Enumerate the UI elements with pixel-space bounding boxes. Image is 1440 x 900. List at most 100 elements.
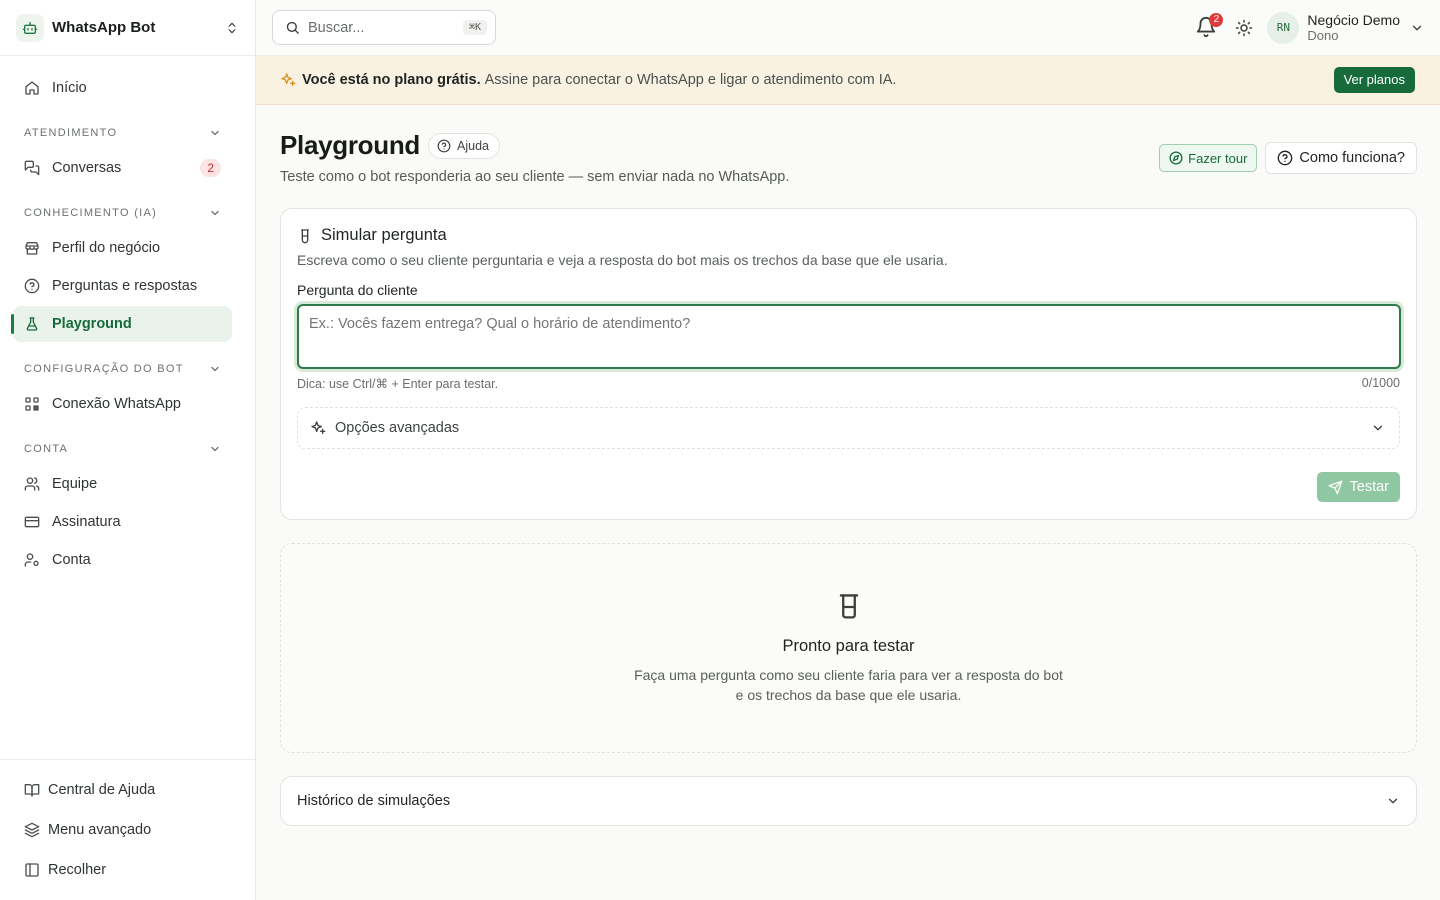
page-header: Playground Ajuda Teste como o bot respon…: [280, 105, 1417, 208]
sidebar-item-label: Playground: [52, 316, 132, 332]
section-atendimento[interactable]: ATENDIMENTO: [24, 118, 221, 148]
sidebar-item-perguntas-respostas[interactable]: Perguntas e respostas: [13, 268, 232, 304]
sidebar-item-label: Assinatura: [52, 514, 121, 530]
help-chip[interactable]: Ajuda: [428, 132, 500, 159]
search-shortcut: ⌘K: [462, 20, 487, 35]
shortcut-hint: Dica: use Ctrl/⌘ + Enter para testar.: [297, 377, 499, 391]
chevron-down-icon[interactable]: [1410, 21, 1424, 35]
question-field-label: Pergunta do cliente: [297, 282, 418, 298]
sidebar-item-perfil-negocio[interactable]: Perfil do negócio: [13, 230, 232, 266]
user-menu[interactable]: Negócio Demo Dono: [1307, 12, 1400, 44]
empty-state-title: Pronto para testar: [782, 637, 915, 655]
banner-title: Você está no plano grátis.: [302, 72, 481, 88]
section-title: CONTA: [24, 443, 69, 455]
help-circle-icon: [1277, 150, 1293, 166]
user-key-icon: [24, 552, 40, 568]
unread-badge: 2: [200, 159, 221, 177]
send-icon: [1328, 480, 1343, 495]
sidebar-item-equipe[interactable]: Equipe: [13, 466, 232, 502]
panel-left-icon: [24, 862, 40, 878]
empty-state-line-1: Faça uma pergunta como seu cliente faria…: [634, 667, 1063, 683]
user-role: Dono: [1307, 27, 1339, 43]
home-icon: [24, 80, 40, 96]
page-title: Playground: [280, 130, 421, 160]
sidebar-item-menu-avancado[interactable]: Menu avançado: [0, 810, 255, 850]
empty-state-line-2: e os trechos da base que ele usaria.: [735, 687, 962, 703]
sidebar-item-label: Conexão WhatsApp: [52, 396, 181, 412]
chevron-down-icon: [209, 363, 221, 375]
help-circle-icon: [437, 139, 451, 153]
test-button[interactable]: Testar: [1316, 472, 1400, 502]
sidebar-item-label: Conta: [52, 552, 91, 568]
view-plans-button[interactable]: Ver planos: [1333, 67, 1415, 93]
topbar-actions: 2 RN Negócio Demo Dono: [1195, 11, 1424, 44]
bot-logo-icon: [16, 13, 44, 42]
question-textarea[interactable]: [297, 304, 1401, 369]
section-configuracao-bot[interactable]: CONFIGURAÇÃO DO BOT: [24, 354, 221, 384]
header-actions: Fazer tour Como funciona?: [1159, 142, 1417, 174]
users-icon: [24, 476, 40, 492]
advanced-options-toggle[interactable]: Opções avançadas: [297, 407, 1400, 449]
how-it-works-button[interactable]: Como funciona?: [1265, 142, 1417, 174]
compass-icon: [1169, 151, 1183, 165]
section-title: CONHECIMENTO (IA): [24, 207, 158, 219]
book-open-icon: [24, 782, 40, 798]
user-name: Negócio Demo: [1307, 11, 1400, 28]
notifications-badge: 2: [1209, 12, 1224, 27]
sidebar-item-label: Perguntas e respostas: [52, 278, 198, 294]
sidebar-item-conversas[interactable]: Conversas 2: [13, 150, 232, 186]
chevron-down-icon: [209, 207, 221, 219]
history-label: Histórico de simulações: [297, 793, 451, 809]
empty-state: Pronto para testar Faça uma pergunta com…: [280, 543, 1417, 753]
tour-button[interactable]: Fazer tour: [1159, 144, 1258, 172]
search-icon: [285, 20, 300, 35]
help-circle-icon: [24, 278, 40, 294]
sidebar-nav: Início ATENDIMENTO Conversas 2 CONHECIME…: [0, 56, 255, 578]
section-conhecimento[interactable]: CONHECIMENTO (IA): [24, 198, 221, 228]
sidebar: WhatsApp Bot Início ATENDIMENTO Conversa…: [0, 0, 256, 900]
search-input[interactable]: Buscar... ⌘K: [272, 10, 496, 45]
sparkles-icon: [280, 72, 296, 88]
workspace-switcher[interactable]: WhatsApp Bot: [0, 0, 255, 56]
sidebar-item-inicio[interactable]: Início: [13, 70, 232, 106]
sidebar-item-central-ajuda[interactable]: Central de Ajuda: [0, 770, 255, 810]
section-title: CONFIGURAÇÃO DO BOT: [24, 363, 184, 375]
sidebar-item-playground[interactable]: Playground: [11, 306, 232, 342]
sidebar-item-label: Início: [52, 80, 87, 96]
theme-toggle[interactable]: [1233, 17, 1255, 39]
search-placeholder: Buscar...: [308, 19, 365, 36]
sidebar-item-assinatura[interactable]: Assinatura: [13, 504, 232, 540]
avatar[interactable]: RN: [1267, 11, 1300, 44]
section-conta[interactable]: CONTA: [24, 434, 221, 464]
notifications-button[interactable]: 2: [1195, 12, 1224, 40]
sidebar-item-label: Menu avançado: [48, 822, 152, 838]
sidebar-collapse-button[interactable]: Recolher: [0, 850, 255, 890]
test-tube-icon: [835, 592, 863, 622]
test-tube-icon: [297, 228, 313, 244]
sidebar-item-conta[interactable]: Conta: [13, 542, 232, 578]
chevron-down-icon: [209, 443, 221, 455]
chevron-down-icon: [1386, 794, 1400, 808]
history-accordion[interactable]: Histórico de simulações: [280, 776, 1417, 826]
chevrons-updown-icon: [225, 21, 239, 35]
credit-card-icon: [24, 514, 40, 530]
plan-banner: Você está no plano grátis. Assine para c…: [256, 56, 1440, 105]
store-icon: [24, 240, 40, 256]
chevron-down-icon: [209, 127, 221, 139]
sidebar-footer: Central de Ajuda Menu avançado Recolher: [0, 759, 255, 900]
sun-icon: [1233, 19, 1255, 37]
sparkles-icon: [310, 420, 326, 436]
tour-button-label: Fazer tour: [1188, 150, 1248, 166]
sidebar-item-label: Perfil do negócio: [52, 240, 161, 256]
help-chip-label: Ajuda: [457, 138, 489, 153]
how-it-works-label: Como funciona?: [1299, 150, 1405, 166]
sidebar-item-label: Recolher: [48, 862, 107, 878]
simulate-card: Simular pergunta Escreva como o seu clie…: [280, 208, 1417, 520]
workspace-name: WhatsApp Bot: [52, 19, 156, 36]
sidebar-item-label: Equipe: [52, 476, 98, 492]
sidebar-item-conexao-whatsapp[interactable]: Conexão WhatsApp: [13, 386, 232, 422]
chat-bubbles-icon: [24, 160, 40, 176]
section-title: ATENDIMENTO: [24, 127, 118, 139]
banner-text: Assine para conectar o WhatsApp e ligar …: [484, 72, 897, 88]
advanced-options-label: Opções avançadas: [335, 420, 460, 436]
